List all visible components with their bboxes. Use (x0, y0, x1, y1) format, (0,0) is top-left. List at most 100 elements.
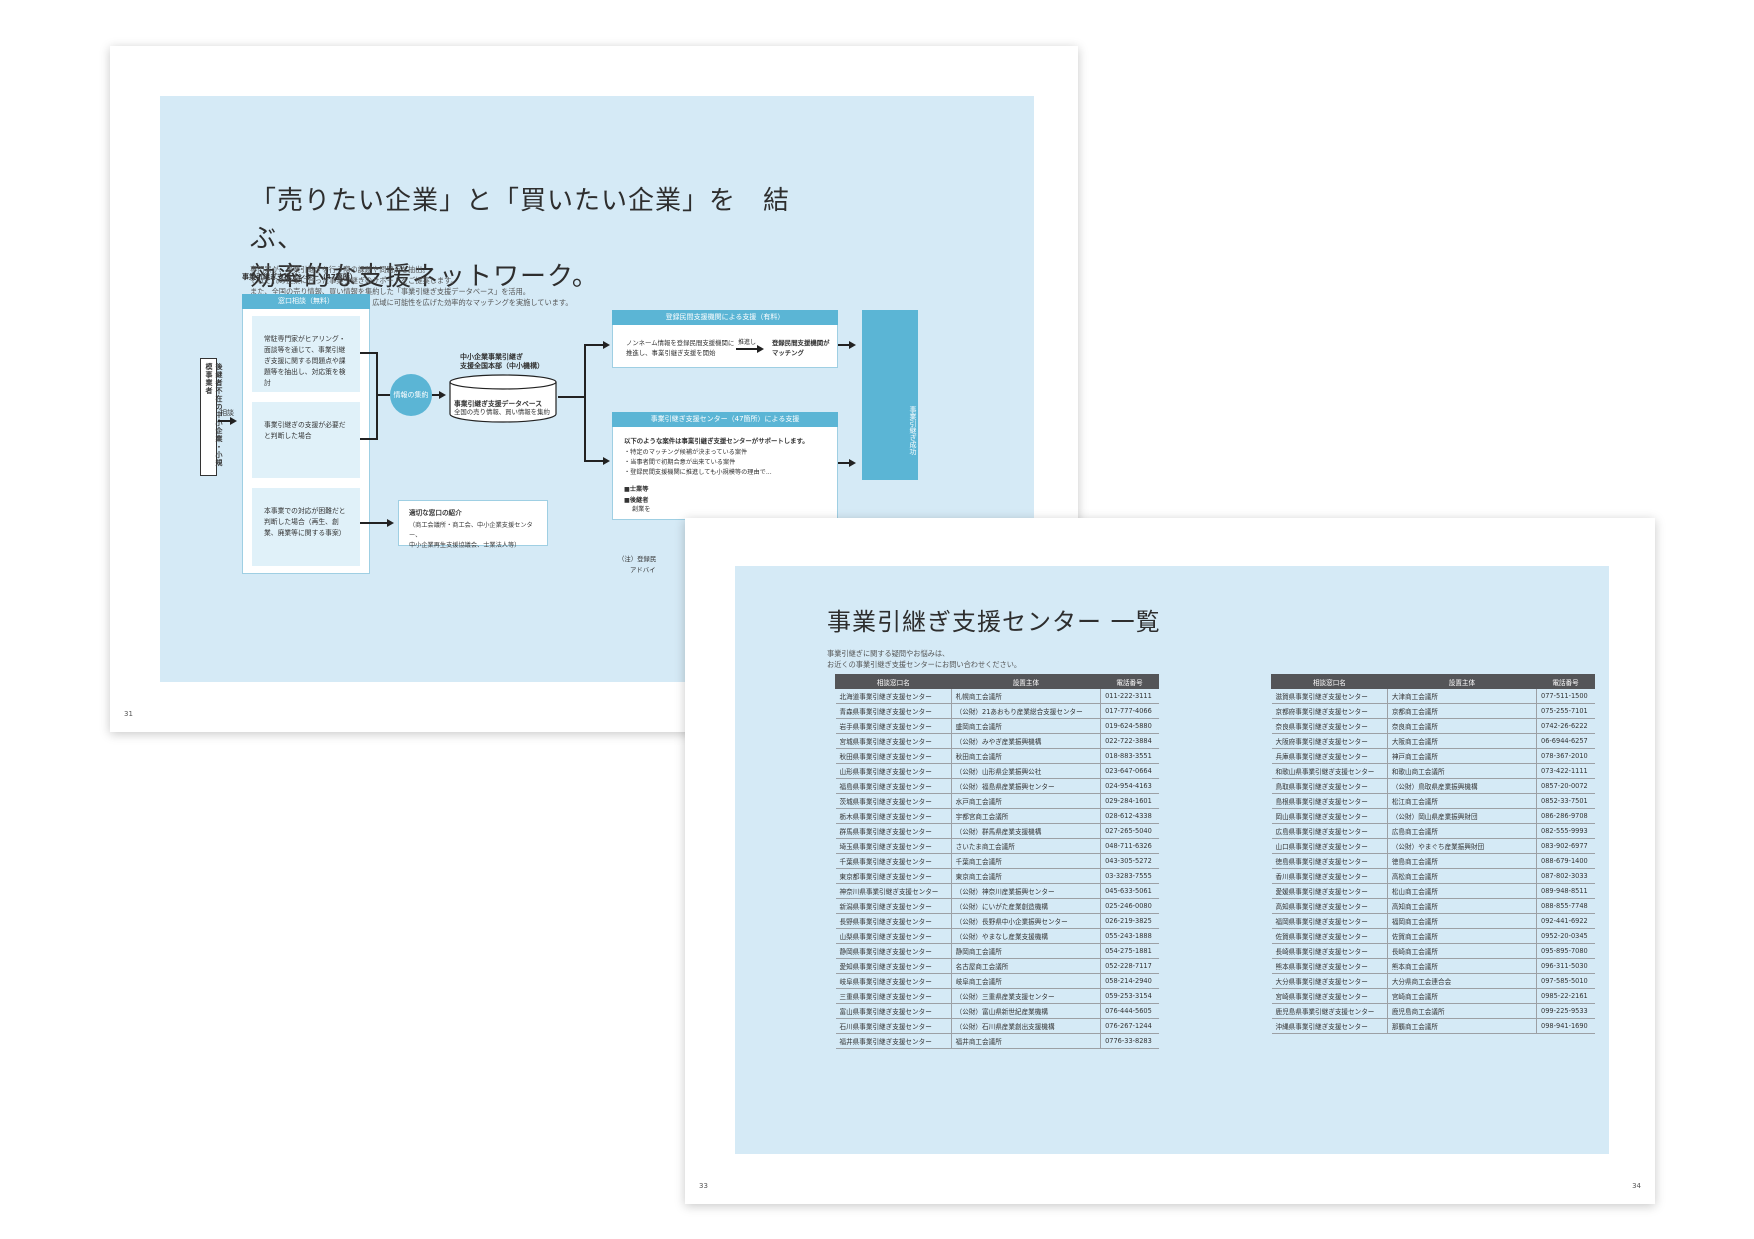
cell-consult-name: 三重県事業引継ぎ支援センター (835, 988, 952, 1004)
cell-phone: 025-246-0080 (1100, 898, 1159, 914)
cell-organizer: 高知商工会議所 (1386, 898, 1537, 914)
front-body-line: 事業引継ぎに関する疑問やお悩みは、 (827, 649, 950, 658)
directory-table-right: 相談窓口名 設置主体 電話番号 滋賀県事業引継ぎ支援センター 大津商工会議所 077… (1271, 674, 1595, 1034)
cell-consult-name: 鳥取県事業引継ぎ支援センター (1271, 778, 1388, 794)
cell-phone: 0742-26-6222 (1536, 718, 1595, 734)
diagram-box-needed: 事業引継ぎの支援が必要だと判断した場合 (252, 402, 360, 478)
cell-consult-name: 栃木県事業引継ぎ支援センター (835, 808, 952, 824)
table-row: 滋賀県事業引継ぎ支援センター 大津商工会議所 077-511-1500 (1271, 688, 1595, 704)
table-row: 和歌山県事業引継ぎ支援センター 和歌山商工会議所 073-422-1111 (1271, 763, 1595, 779)
cell-phone: 0857-20-0072 (1536, 778, 1595, 794)
table-row: 岡山県事業引継ぎ支援センター （公財）岡山県産業振興財団 086-286-9708 (1271, 808, 1595, 824)
cell-phone: 011-222-3111 (1100, 688, 1159, 704)
cell-consult-name: 山形県事業引継ぎ支援センター (835, 763, 952, 779)
arrow-line (736, 348, 758, 350)
table-row: 奈良県事業引継ぎ支援センター 奈良商工会議所 0742-26-6222 (1271, 718, 1595, 734)
cell-phone: 023-647-0664 (1100, 763, 1159, 779)
table-row: 千葉県事業引継ぎ支援センター 千葉商工会議所 043-305-5272 (835, 853, 1159, 869)
page-number-left: 33 (699, 1182, 708, 1190)
cell-organizer: 京都商工会議所 (1386, 703, 1537, 719)
cell-consult-name: 滋賀県事業引継ぎ支援センター (1271, 688, 1388, 704)
cell-consult-name: 和歌山県事業引継ぎ支援センター (1271, 763, 1388, 779)
table-row: 大分県事業引継ぎ支援センター 大分県商工会連合会 097-585-5010 (1271, 973, 1595, 989)
table-row: 神奈川県事業引継ぎ支援センター （公財）神奈川産業振興センター 045-633-50… (835, 883, 1159, 899)
cell-phone: 096-311-5030 (1536, 958, 1595, 974)
referral-line: （商工会議所・商工会、中小企業支援センター、 (409, 522, 533, 539)
table-row: 福井県事業引継ぎ支援センター 福井商工会議所 0776-33-8283 (835, 1033, 1159, 1049)
private-support-header: 登録民間支援機関による支援（有料） (612, 310, 838, 325)
cell-organizer: 徳島商工会議所 (1386, 853, 1537, 869)
table-body-left: 北海道事業引継ぎ支援センター 札幌商工会議所 011-222-3111 青森県事業引継… (835, 688, 1159, 1049)
table-row: 香川県事業引継ぎ支援センター 高松商工会議所 087-802-3033 (1271, 868, 1595, 884)
table-row: 岐阜県事業引継ぎ支援センター 岐阜商工会議所 058-214-2940 (835, 973, 1159, 989)
cell-organizer: 松江商工会議所 (1386, 793, 1537, 809)
hq-label-line2: 支援全国本部（中小機構） (460, 362, 544, 370)
table-row: 兵庫県事業引継ぎ支援センター 神戸商工会議所 078-367-2010 (1271, 748, 1595, 764)
cell-organizer: （公財）神奈川産業振興センター (950, 883, 1101, 899)
table-row: 愛知県事業引継ぎ支援センター 名古屋商工会議所 052-228-7117 (835, 958, 1159, 974)
cell-organizer: 鹿児島商工会議所 (1386, 1003, 1537, 1019)
table-row: 山梨県事業引継ぎ支援センター （公財）やまなし産業支援機構 055-243-1888 (835, 928, 1159, 944)
center-support-item: ・登録民間支援機関に推進しても小規模等の理由で... (624, 469, 772, 476)
cell-organizer: 松山商工会議所 (1386, 883, 1537, 899)
cell-phone: 058-214-2940 (1100, 973, 1159, 989)
cell-phone: 024-954-4163 (1100, 778, 1159, 794)
cell-phone: 088-855-7748 (1536, 898, 1595, 914)
private-text-line1: ノンネーム情報を登録民間支援機関に (626, 339, 735, 347)
private-small-label: 推進し (738, 339, 757, 346)
center-support-extra: ■後継者 (624, 497, 649, 504)
table-row: 石川県事業引継ぎ支援センター （公財）石川県産業創出支援機構 076-267-124… (835, 1018, 1159, 1034)
arrow-line (360, 522, 388, 524)
db-label-line2: 全国の売り情報、買い情報を集約 (454, 408, 550, 416)
split-line (558, 396, 586, 398)
cell-phone: 089-948-8511 (1536, 883, 1595, 899)
cell-consult-name: 新潟県事業引継ぎ支援センター (835, 898, 952, 914)
table-row: 大阪府事業引継ぎ支援センター 大阪商工会議所 06-6944-6257 (1271, 733, 1595, 749)
table-row: 長野県事業引継ぎ支援センター （公財）長野県中小企業振興センター 026-219-3… (835, 913, 1159, 929)
cell-phone: 077-511-1500 (1536, 688, 1595, 704)
cell-organizer: 和歌山商工会議所 (1386, 763, 1537, 779)
arrow-right-icon (603, 457, 610, 465)
header-organizer: 設置主体 (1386, 674, 1538, 689)
center-support-item: ・当事者間で初期合意が出来ている案件 (624, 459, 736, 466)
cell-consult-name: 岩手県事業引継ぎ支援センター (835, 718, 952, 734)
cell-consult-name: 京都府事業引継ぎ支援センター (1271, 703, 1388, 719)
cell-phone: 029-284-1601 (1100, 793, 1159, 809)
cell-phone: 059-253-3154 (1100, 988, 1159, 1004)
table-row: 宮城県事業引継ぎ支援センター （公財）みやぎ産業振興機構 022-722-3884 (835, 733, 1159, 749)
cell-consult-name: 大分県事業引継ぎ支援センター (1271, 973, 1388, 989)
cell-organizer: 名古屋商工会議所 (950, 958, 1101, 974)
cell-phone: 0776-33-8283 (1100, 1033, 1159, 1049)
split-line (584, 344, 586, 462)
cell-phone: 043-305-5272 (1100, 853, 1159, 869)
page-number: 31 (124, 710, 133, 718)
cell-phone: 026-219-3825 (1100, 913, 1159, 929)
cell-consult-name: 千葉県事業引継ぎ支援センター (835, 853, 952, 869)
cell-phone: 082-555-9993 (1536, 823, 1595, 839)
cell-organizer: 水戸商工会議所 (950, 793, 1101, 809)
cell-organizer: 熊本商工会議所 (1386, 958, 1537, 974)
cell-consult-name: 広島県事業引継ぎ支援センター (1271, 823, 1388, 839)
page-number-right: 34 (1632, 1182, 1641, 1190)
header-consult-name: 相談窓口名 (835, 674, 952, 689)
cell-phone: 045-633-5061 (1100, 883, 1159, 899)
table-row: 鳥取県事業引継ぎ支援センター （公財）鳥取県産業振興機構 0857-20-0072 (1271, 778, 1595, 794)
cell-phone: 073-422-1111 (1536, 763, 1595, 779)
table-body-right: 滋賀県事業引継ぎ支援センター 大津商工会議所 077-511-1500 京都府事業引継… (1271, 688, 1595, 1034)
center-support-item: ・特定のマッチング候補が決まっている案件 (624, 449, 748, 456)
success-column: 事業引継ぎ成功 (862, 310, 918, 480)
cell-organizer: 東京商工会議所 (950, 868, 1101, 884)
table-row: 愛媛県事業引継ぎ支援センター 松山商工会議所 089-948-8511 (1271, 883, 1595, 899)
note-line2: アドバイ (630, 566, 656, 574)
cell-phone: 0952-20-0345 (1536, 928, 1595, 944)
cell-consult-name: 熊本県事業引継ぎ支援センター (1271, 958, 1388, 974)
cell-consult-name: 宮城県事業引継ぎ支援センター (835, 733, 952, 749)
table-row: 北海道事業引継ぎ支援センター 札幌商工会議所 011-222-3111 (835, 688, 1159, 704)
front-body-line: お近くの事業引継ぎ支援センターにお問い合わせください。 (827, 660, 1022, 669)
table-row: 長崎県事業引継ぎ支援センター 長崎商工会議所 095-895-7080 (1271, 943, 1595, 959)
cell-consult-name: 愛知県事業引継ぎ支援センター (835, 958, 952, 974)
cell-consult-name: 佐賀県事業引継ぎ支援センター (1271, 928, 1388, 944)
private-result-line2: マッチング (772, 349, 804, 357)
table-header-row: 相談窓口名 設置主体 電話番号 (835, 674, 1159, 689)
front-blue-panel: 事業引継ぎ支援センター 一覧 事業引継ぎに関する疑問やお悩みは、 お近くの事業引… (735, 566, 1609, 1154)
